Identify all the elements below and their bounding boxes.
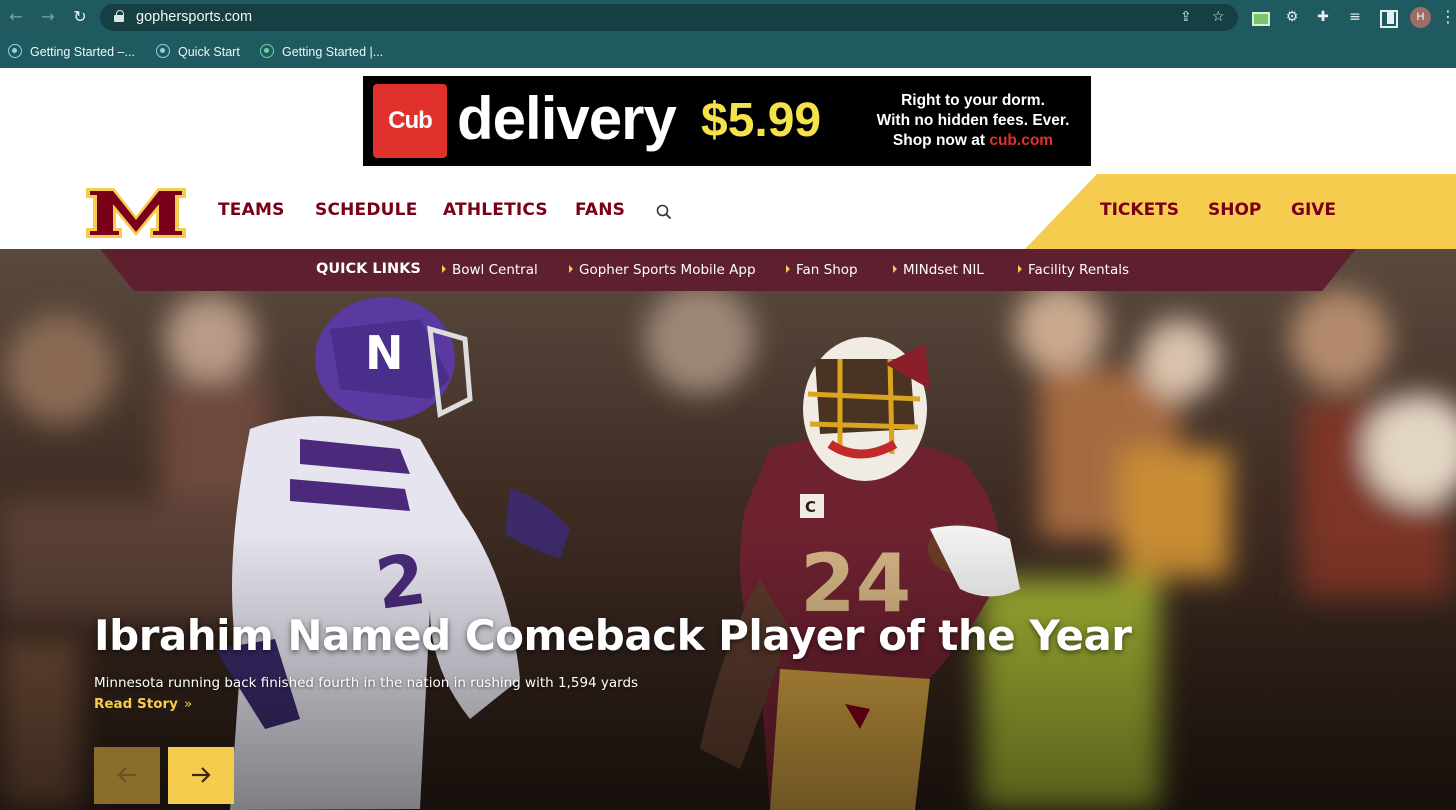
quick-link-facility-rentals[interactable]: Facility Rentals [1018, 262, 1129, 278]
caret-right-icon [442, 265, 446, 273]
back-icon[interactable]: ← [6, 7, 26, 27]
utility-nav: TICKETS SHOP GIVE [1025, 174, 1456, 249]
quick-links-bar: QUICK LINKS Bowl Central Gopher Sports M… [100, 249, 1356, 291]
caret-right-icon [569, 265, 573, 273]
kebab-icon[interactable]: ⋮ [1440, 7, 1456, 26]
reading-list-icon[interactable]: ≡ [1346, 8, 1364, 26]
nav-schedule[interactable]: SCHEDULE [315, 200, 418, 220]
ad-headline: delivery [457, 85, 677, 152]
nav-give[interactable]: GIVE [1291, 200, 1336, 220]
ad-copy: Right to your dorm. With no hidden fees.… [876, 92, 1070, 149]
address-bar[interactable]: gophersports.com ⇪ ☆ [100, 4, 1238, 31]
double-chevron-right-icon: » [183, 696, 193, 712]
side-panel-icon[interactable] [1378, 8, 1398, 28]
quick-link-bowl-central[interactable]: Bowl Central [442, 262, 538, 278]
extension-icon[interactable] [1250, 8, 1270, 26]
read-story-link[interactable]: Read Story» [94, 696, 192, 712]
bookmark-item[interactable]: Getting Started –... [8, 41, 135, 63]
search-icon[interactable] [656, 204, 672, 220]
hero-section: N 2 24 C QUICK LINKS Bowl Central [0, 249, 1456, 810]
bookmarks-bar: Getting Started –... Quick Start Getting… [0, 36, 1456, 68]
caret-right-icon [786, 265, 790, 273]
carousel-prev-button[interactable] [94, 747, 160, 804]
ad-price: $5.99 [701, 94, 822, 147]
quick-link-mindset-nil[interactable]: MINdset NIL [893, 262, 984, 278]
carousel-next-button[interactable] [168, 747, 234, 804]
nav-tickets[interactable]: TICKETS [1100, 200, 1179, 220]
quick-link-mobile-app[interactable]: Gopher Sports Mobile App [569, 262, 756, 278]
cub-logo: Cub [373, 84, 447, 158]
puzzle-icon[interactable]: ✚ [1314, 8, 1332, 26]
hero-headline[interactable]: Ibrahim Named Comeback Player of the Yea… [94, 611, 1132, 660]
site-nav: TEAMS SCHEDULE ATHLETICS FANS TICKETS SH… [0, 172, 1456, 249]
react-icon [260, 44, 274, 58]
star-icon[interactable]: ☆ [1212, 9, 1225, 25]
caret-right-icon [1018, 265, 1022, 273]
bookmark-item[interactable]: Getting Started |... [260, 41, 383, 63]
nav-fans[interactable]: FANS [575, 200, 625, 220]
bookmark-item[interactable]: Quick Start [156, 41, 240, 63]
lock-icon[interactable] [114, 10, 124, 22]
ad-banner[interactable]: Cub delivery $5.99 Right to your dorm. W… [363, 76, 1091, 166]
browser-chrome: ← → ↻ gophersports.com ⇪ ☆ ⚙ ✚ ≡ H ⋮ Get… [0, 0, 1456, 68]
forward-icon[interactable]: → [38, 7, 58, 27]
nav-shop[interactable]: SHOP [1208, 200, 1261, 220]
hero-photo[interactable]: N 2 24 C [0, 249, 1456, 810]
nav-athletics[interactable]: ATHLETICS [443, 200, 548, 220]
reload-icon[interactable]: ↻ [70, 7, 90, 27]
avatar[interactable]: H [1410, 7, 1431, 28]
ad-area: Cub delivery $5.99 Right to your dorm. W… [0, 68, 1456, 172]
nav-teams[interactable]: TEAMS [218, 200, 285, 220]
url-text[interactable]: gophersports.com [136, 9, 252, 25]
quick-links-title: QUICK LINKS [316, 261, 421, 277]
share-icon[interactable]: ⇪ [1180, 9, 1192, 25]
quick-link-fan-shop[interactable]: Fan Shop [786, 262, 858, 278]
gear-icon[interactable]: ⚙ [1283, 8, 1301, 26]
block-m-logo[interactable] [86, 182, 186, 242]
react-icon [8, 44, 22, 58]
arrow-right-icon [192, 767, 211, 783]
address-bar-row: ← → ↻ gophersports.com ⇪ ☆ ⚙ ✚ ≡ H ⋮ [0, 0, 1456, 36]
react-icon [156, 44, 170, 58]
caret-right-icon [893, 265, 897, 273]
hero-subhead: Minnesota running back finished fourth i… [94, 675, 639, 691]
arrow-left-icon [117, 767, 136, 783]
